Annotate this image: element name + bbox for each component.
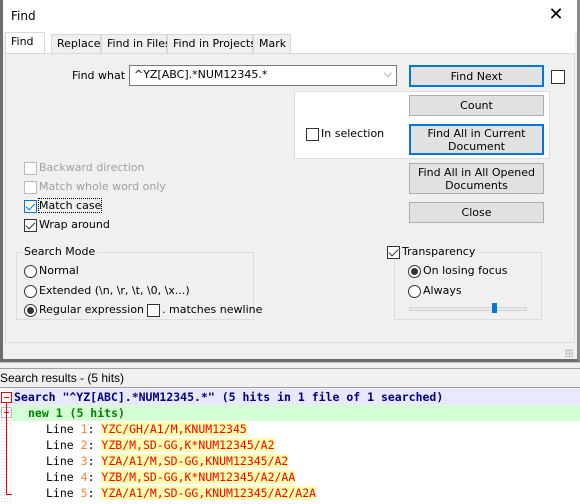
button-label: Document [448,139,505,153]
hit-text: YZA/A1/M,SD-GG,KNUM12345/A2/A2A [101,486,317,500]
in-selection-label: In selection [321,127,385,140]
fold-line [6,403,7,495]
hit-text: YZC/GH/A1/M,KNUM12345 [101,422,247,436]
hit-text: YZB/M,SD-GG,K*NUM12345/A2/AA [101,470,296,484]
find-dialog: Find ✕ Find Replace Find in Files Find i… [0,0,580,362]
tab-label: Find in Projects [173,37,256,50]
line-separator: : [87,422,102,436]
find-all-current-document-button[interactable]: Find All in Current Document [409,124,544,155]
title-bar: Find ✕ [3,0,577,32]
line-number: 3 [80,454,88,468]
line-separator: : [87,454,102,468]
line-number: 5 [80,486,88,500]
match-whole-word-label: Match whole word only [39,180,166,193]
normal-label: Normal [39,264,79,277]
extended-radio[interactable] [24,285,37,298]
match-case-checkbox[interactable] [24,200,37,213]
match-case-label: Match case [37,198,103,213]
match-whole-word-checkbox[interactable] [24,181,37,194]
tab-bar: Find Replace Find in Files Find in Proje… [5,32,575,54]
line-prefix: Line [46,454,81,468]
button-label: Find All in Current [427,126,526,140]
button-label: Find All in All Opened [418,165,535,179]
hit-text: YZB/M,SD-GG,K*NUM12345/A2 [101,438,275,452]
hit-line[interactable]: Line 1: YZC/GH/A1/M,KNUM12345 [0,421,580,437]
find-what-combobox[interactable]: ^YZ[ABC].*NUM12345.* ⌵ [129,65,397,86]
button-label: Find Next [450,69,503,83]
transparency-slider-thumb[interactable] [491,303,497,313]
line-prefix: Line [46,422,81,436]
tab-label: Replace [57,37,101,50]
line-prefix: Line [46,486,81,500]
tab-find-in-files[interactable]: Find in Files [101,34,171,54]
button-label: Close [461,206,492,219]
file-result-line[interactable]: new 1 (5 hits) [0,405,580,421]
line-separator: : [87,438,102,452]
normal-radio[interactable] [24,265,37,278]
search-results-panel: Search "^YZ[ABC].*NUM12345.*" (5 hits in… [0,389,580,504]
extended-label: Extended (\n, \r, \t, \0, \x...) [39,284,190,297]
regular-expression-label: Regular expression [39,303,145,316]
search-results-header: Search results - (5 hits) [0,368,580,388]
line-number: 4 [80,470,88,484]
hit-line[interactable]: Line 4: YZB/M,SD-GG,K*NUM12345/A2/AA [0,469,580,485]
regular-expression-radio[interactable] [24,304,37,317]
line-number: 2 [80,438,88,452]
line-separator: : [87,486,102,500]
count-button[interactable]: Count [409,95,544,116]
wrap-around-label: Wrap around [39,218,110,231]
hit-line[interactable]: Line 3: YZA/A1/M,SD-GG,KNUM12345/A2 [0,453,580,469]
on-losing-focus-label: On losing focus [423,264,508,277]
always-radio[interactable] [408,285,421,298]
find-what-label: Find what : [72,69,133,82]
chevron-down-icon[interactable]: ⌵ [384,67,392,81]
dot-matches-newline-checkbox[interactable] [147,304,160,317]
always-label: Always [423,284,462,297]
search-mode-title: Search Mode [22,245,98,258]
search-summary-text: Search "^YZ[ABC].*NUM12345.*" (5 hits in… [14,390,444,404]
wrap-around-checkbox[interactable] [24,219,37,232]
tab-mark[interactable]: Mark [253,34,291,54]
close-icon[interactable]: ✕ [545,4,567,26]
find-what-value: ^YZ[ABC].*NUM12345.* [134,68,268,81]
file-result-text: new 1 (5 hits) [28,406,125,420]
dialog-title: Find [11,9,36,23]
line-prefix: Line [46,470,81,484]
line-number: 1 [80,422,88,436]
backward-direction-label: Backward direction [39,161,145,174]
tab-replace[interactable]: Replace [51,34,101,54]
tab-label: Find in Files [107,37,171,50]
tab-label: Find [11,35,34,48]
collapse-icon[interactable] [1,392,12,403]
button-label: Documents [445,178,508,192]
transparency-checkbox[interactable] [387,246,400,259]
hit-line[interactable]: Line 2: YZB/M,SD-GG,K*NUM12345/A2 [0,437,580,453]
line-prefix: Line [46,438,81,452]
transparency-label: Transparency [402,245,479,258]
find-next-button[interactable]: Find Next [409,65,544,87]
find-all-opened-documents-button[interactable]: Find All in All Opened Documents [409,163,544,194]
fold-line-end [6,494,12,495]
hit-text: YZA/A1/M,SD-GG,KNUM12345/A2 [101,454,289,468]
dot-matches-newline-label: . matches newline [162,303,263,316]
on-losing-focus-radio[interactable] [408,265,421,278]
transparency-toggle-checkbox[interactable] [551,70,565,84]
resize-grip-icon[interactable] [565,349,573,357]
button-label: Count [460,99,493,112]
search-results-title: Search results - (5 hits) [0,371,125,385]
in-selection-checkbox[interactable] [306,128,319,141]
backward-direction-checkbox[interactable] [24,162,37,175]
tab-find[interactable]: Find [5,32,45,54]
search-summary-line[interactable]: Search "^YZ[ABC].*NUM12345.*" (5 hits in… [0,389,580,405]
tab-find-in-projects[interactable]: Find in Projects [167,34,256,54]
transparency-slider[interactable] [409,307,527,311]
close-button[interactable]: Close [409,202,544,223]
tab-label: Mark [259,37,287,50]
line-separator: : [87,470,102,484]
hit-line[interactable]: Line 5: YZA/A1/M,SD-GG,KNUM12345/A2/A2A [0,485,580,501]
